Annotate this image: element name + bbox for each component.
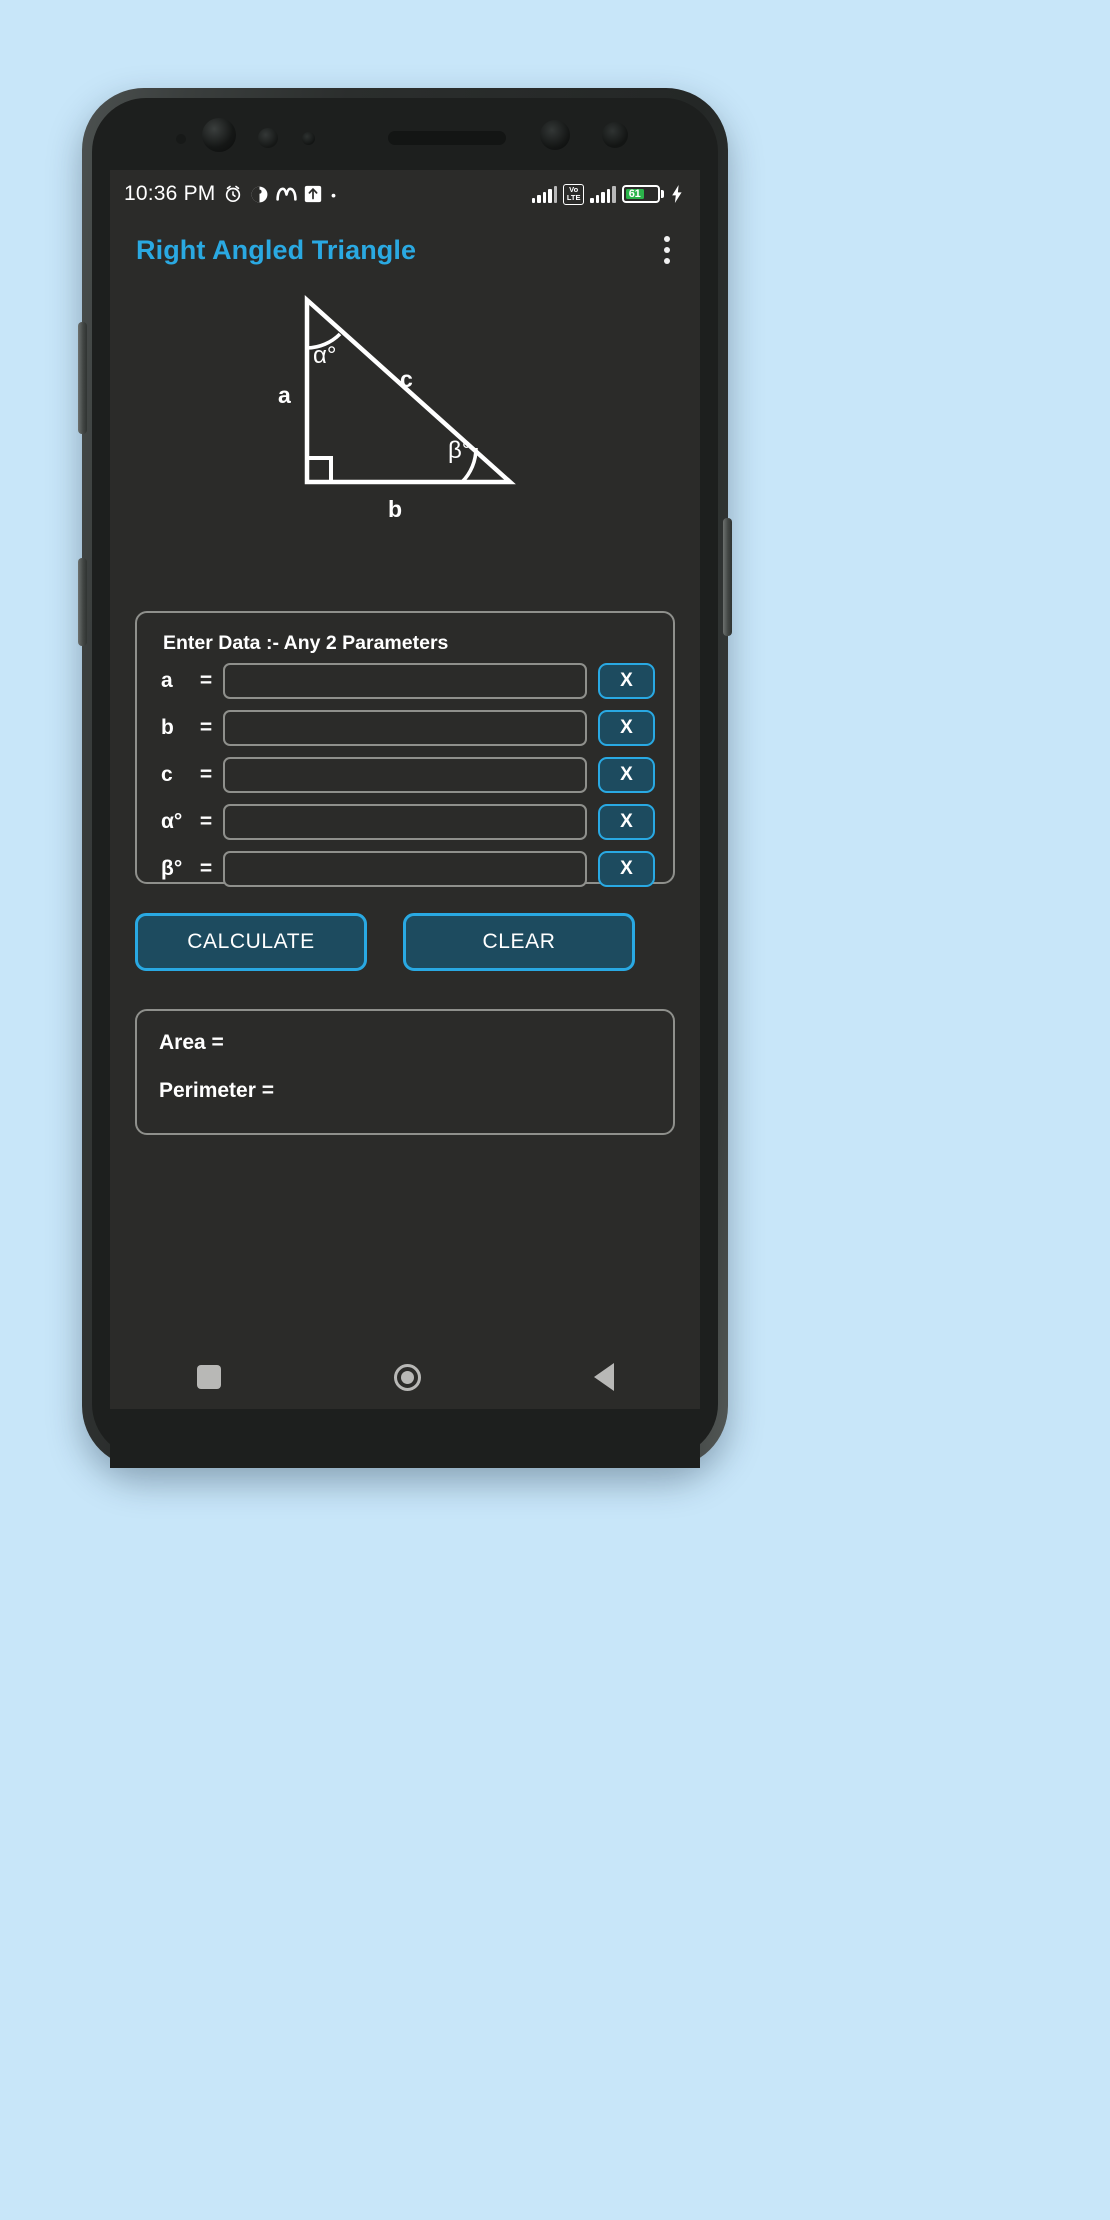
battery-icon: 61 bbox=[621, 185, 664, 203]
clear-input-beta-button[interactable]: X bbox=[598, 851, 655, 887]
field-eq-beta: = bbox=[199, 857, 213, 880]
battery-shell: 61 bbox=[621, 185, 660, 203]
input-c[interactable] bbox=[223, 757, 587, 793]
status-bar-right: Vo LTE 61 bbox=[531, 183, 684, 205]
ir-sensor-icon bbox=[602, 122, 628, 148]
action-button-row: CALCULATE CLEAR bbox=[135, 913, 675, 971]
volte-badge: Vo LTE bbox=[563, 183, 584, 205]
volte-line-2: LTE bbox=[566, 193, 581, 202]
field-row-b: b = X bbox=[155, 707, 655, 749]
clear-input-c-button[interactable]: X bbox=[598, 757, 655, 793]
input-b[interactable] bbox=[223, 710, 587, 746]
earpiece-speaker-icon bbox=[388, 131, 506, 145]
enter-data-title: Enter Data :- Any 2 Parameters bbox=[163, 632, 449, 654]
home-circle-dot bbox=[400, 1370, 414, 1384]
field-row-c: c = X bbox=[155, 754, 655, 796]
m-letter-icon bbox=[275, 187, 297, 201]
field-eq-a: = bbox=[199, 669, 213, 692]
perimeter-result: Perimeter = bbox=[159, 1079, 274, 1102]
overflow-dot-3 bbox=[664, 258, 670, 264]
results-card: Area = Perimeter = bbox=[135, 1009, 675, 1135]
right-angle-marker bbox=[307, 456, 333, 482]
overflow-dot-1 bbox=[664, 236, 670, 242]
alarm-clock-icon bbox=[225, 185, 240, 202]
phone-sensor-row bbox=[140, 112, 670, 168]
field-label-b: b bbox=[161, 716, 174, 739]
area-result: Area = bbox=[159, 1031, 224, 1054]
field-eq-c: = bbox=[199, 763, 213, 786]
proximity-sensor-icon bbox=[258, 128, 278, 148]
phone-bottom-chin bbox=[110, 1409, 700, 1468]
light-sensor-icon bbox=[302, 132, 315, 145]
front-camera-icon bbox=[202, 118, 236, 152]
status-bar: 10:36 PM Vo LTE 61 bbox=[110, 170, 700, 218]
contrast-circle-icon bbox=[251, 186, 267, 202]
battery-percent-label: 61 bbox=[625, 188, 644, 200]
field-label-a: a bbox=[161, 669, 173, 692]
field-eq-alpha: = bbox=[199, 810, 213, 833]
screenshot-stage: 10:36 PM Vo LTE 61 Right Angled Triangle… bbox=[0, 0, 1110, 2220]
field-row-a: a = X bbox=[155, 660, 655, 702]
page-title: Right Angled Triangle bbox=[136, 234, 417, 265]
secondary-camera-icon bbox=[540, 120, 570, 150]
overflow-menu-icon[interactable] bbox=[652, 230, 682, 270]
signal-bars-sim2-icon bbox=[590, 185, 616, 203]
side-c-label: c bbox=[400, 366, 413, 392]
status-clock: 10:36 PM bbox=[124, 182, 216, 205]
upload-box-icon bbox=[304, 185, 321, 203]
field-row-alpha: α° = X bbox=[155, 801, 655, 843]
clear-input-a-button[interactable]: X bbox=[598, 663, 655, 699]
alpha-angle-label: α° bbox=[313, 342, 337, 369]
back-triangle-icon[interactable] bbox=[593, 1363, 614, 1391]
sensor-pinhole-icon bbox=[176, 134, 186, 144]
signal-bars-sim1-icon bbox=[531, 185, 558, 203]
battery-tip bbox=[661, 190, 664, 198]
home-circle-icon[interactable] bbox=[393, 1363, 421, 1391]
clear-input-b-button[interactable]: X bbox=[598, 710, 655, 746]
side-b-label: b bbox=[388, 496, 403, 522]
volume-up-button[interactable] bbox=[78, 322, 87, 434]
input-beta[interactable] bbox=[223, 851, 587, 887]
dot-icon bbox=[331, 193, 335, 197]
input-a[interactable] bbox=[223, 663, 587, 699]
field-label-c: c bbox=[161, 763, 173, 786]
clear-all-button[interactable]: CLEAR bbox=[403, 913, 635, 971]
input-alpha[interactable] bbox=[223, 804, 587, 840]
status-bar-left: 10:36 PM bbox=[124, 182, 338, 206]
enter-data-card: Enter Data :- Any 2 Parameters a = X b =… bbox=[135, 611, 675, 887]
power-button[interactable] bbox=[723, 518, 732, 636]
field-eq-b: = bbox=[199, 716, 213, 739]
recents-square-icon[interactable] bbox=[196, 1365, 221, 1389]
charging-bolt-icon bbox=[672, 185, 682, 203]
android-nav-bar bbox=[110, 1345, 700, 1409]
right-triangle-diagram: a b c α° β° bbox=[110, 282, 700, 544]
phone-screen: 10:36 PM Vo LTE 61 Right Angled Triangle… bbox=[110, 170, 700, 1409]
calculate-button[interactable]: CALCULATE bbox=[135, 913, 367, 971]
field-label-alpha: α° bbox=[161, 810, 183, 833]
volume-down-button[interactable] bbox=[78, 558, 87, 646]
field-row-beta: β° = X bbox=[155, 848, 655, 890]
app-bar: Right Angled Triangle bbox=[110, 218, 700, 282]
beta-angle-label: β° bbox=[448, 437, 472, 464]
overflow-dot-2 bbox=[664, 247, 670, 253]
side-a-label: a bbox=[278, 382, 291, 408]
clear-input-alpha-button[interactable]: X bbox=[598, 804, 655, 840]
field-label-beta: β° bbox=[161, 857, 183, 880]
